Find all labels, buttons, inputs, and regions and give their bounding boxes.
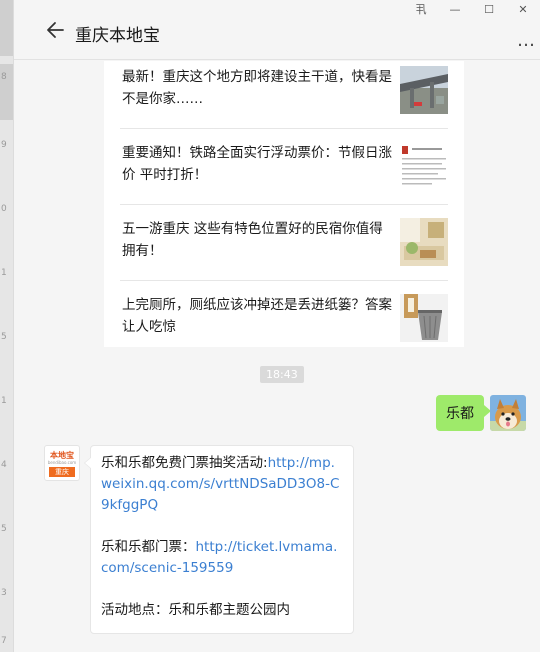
article-item[interactable]: 重要通知！铁路全面实行浮动票价：节假日涨价 平时打折！	[120, 129, 448, 205]
article-title: 重要通知！铁路全面实行浮动票价：节假日涨价 平时打折！	[122, 145, 392, 183]
guesthouse-photo-thumbnail	[400, 218, 448, 266]
sidebar-number: 0	[1, 204, 7, 214]
maximize-icon[interactable]: ☐	[472, 0, 506, 18]
pin-icon[interactable]: 丮	[404, 0, 438, 18]
sidebar-number: 3	[1, 588, 7, 598]
minimize-icon[interactable]: —	[438, 0, 472, 18]
message-text: 乐和乐都免费门票抽奖活动:	[101, 455, 268, 471]
article-title: 最新！重庆这个地方即将建设主干道，快看是不是你家……	[122, 69, 392, 107]
sidebar-number: 1	[1, 396, 7, 406]
sidebar-number: 4	[1, 460, 7, 470]
article-item[interactable]: 五一游重庆 这些有特色位置好的民宿你值得拥有！	[120, 205, 448, 281]
sent-message-bubble[interactable]: 乐都	[436, 395, 491, 431]
sidebar-tab-active[interactable]	[0, 0, 13, 56]
chat-area[interactable]: 最新！重庆这个地方即将建设主干道，快看是不是你家…… 重要通知！铁路全面实行浮动…	[14, 61, 540, 652]
document-photo-thumbnail	[400, 142, 448, 190]
close-icon[interactable]: ✕	[506, 0, 540, 18]
received-message-bubble[interactable]: 乐和乐都免费门票抽奖活动:http://mp.weixin.qq.com/s/v…	[84, 445, 354, 634]
message-timestamp: 18:43	[260, 366, 304, 383]
overpass-photo-thumbnail	[400, 66, 448, 114]
article-item[interactable]: 最新！重庆这个地方即将建设主干道，快看是不是你家……	[120, 61, 448, 129]
message-paragraph: 活动地点：乐和乐都主题公园内	[101, 602, 290, 618]
sidebar-number: 5	[1, 332, 7, 342]
left-sidebar-strip: 8 9 0 1 5 1 4 5 3 7	[0, 0, 14, 652]
bendibao-logo-sub: bendibao.com	[47, 460, 77, 465]
article-item[interactable]: 上完厕所，厕纸应该冲掉还是丢进纸篓？答案让人吃惊	[120, 281, 448, 357]
message-paragraph: 乐和乐都免费门票抽奖活动:http://mp.weixin.qq.com/s/v…	[101, 453, 343, 516]
sidebar-number: 5	[1, 524, 7, 534]
wastebasket-photo-thumbnail	[400, 294, 448, 342]
official-account-avatar[interactable]: 本地宝 bendibao.com 重庆	[44, 445, 80, 481]
chat-title: 重庆本地宝	[75, 26, 160, 46]
window-controls: 丮 — ☐ ✕	[404, 0, 540, 18]
sidebar-number: 7	[1, 636, 7, 646]
back-arrow-icon[interactable]	[46, 21, 64, 39]
more-options-icon[interactable]: …	[517, 30, 536, 51]
sidebar-number: 9	[1, 140, 7, 150]
article-title: 上完厕所，厕纸应该冲掉还是丢进纸篓？答案让人吃惊	[122, 297, 392, 335]
article-title: 五一游重庆 这些有特色位置好的民宿你值得拥有！	[122, 221, 383, 259]
avatar-city-label: 重庆	[49, 467, 75, 477]
sidebar-number: 1	[1, 268, 7, 278]
message-paragraph: 乐和乐都门票：http://ticket.lvmama.com/scenic-1…	[101, 537, 343, 579]
my-avatar[interactable]	[490, 395, 526, 431]
article-card: 最新！重庆这个地方即将建设主干道，快看是不是你家…… 重要通知！铁路全面实行浮动…	[104, 61, 464, 347]
sidebar-number: 8	[1, 72, 7, 82]
chat-titlebar: 重庆本地宝 丮 — ☐ ✕ …	[14, 0, 540, 60]
message-text: 乐和乐都门票：	[101, 539, 196, 555]
